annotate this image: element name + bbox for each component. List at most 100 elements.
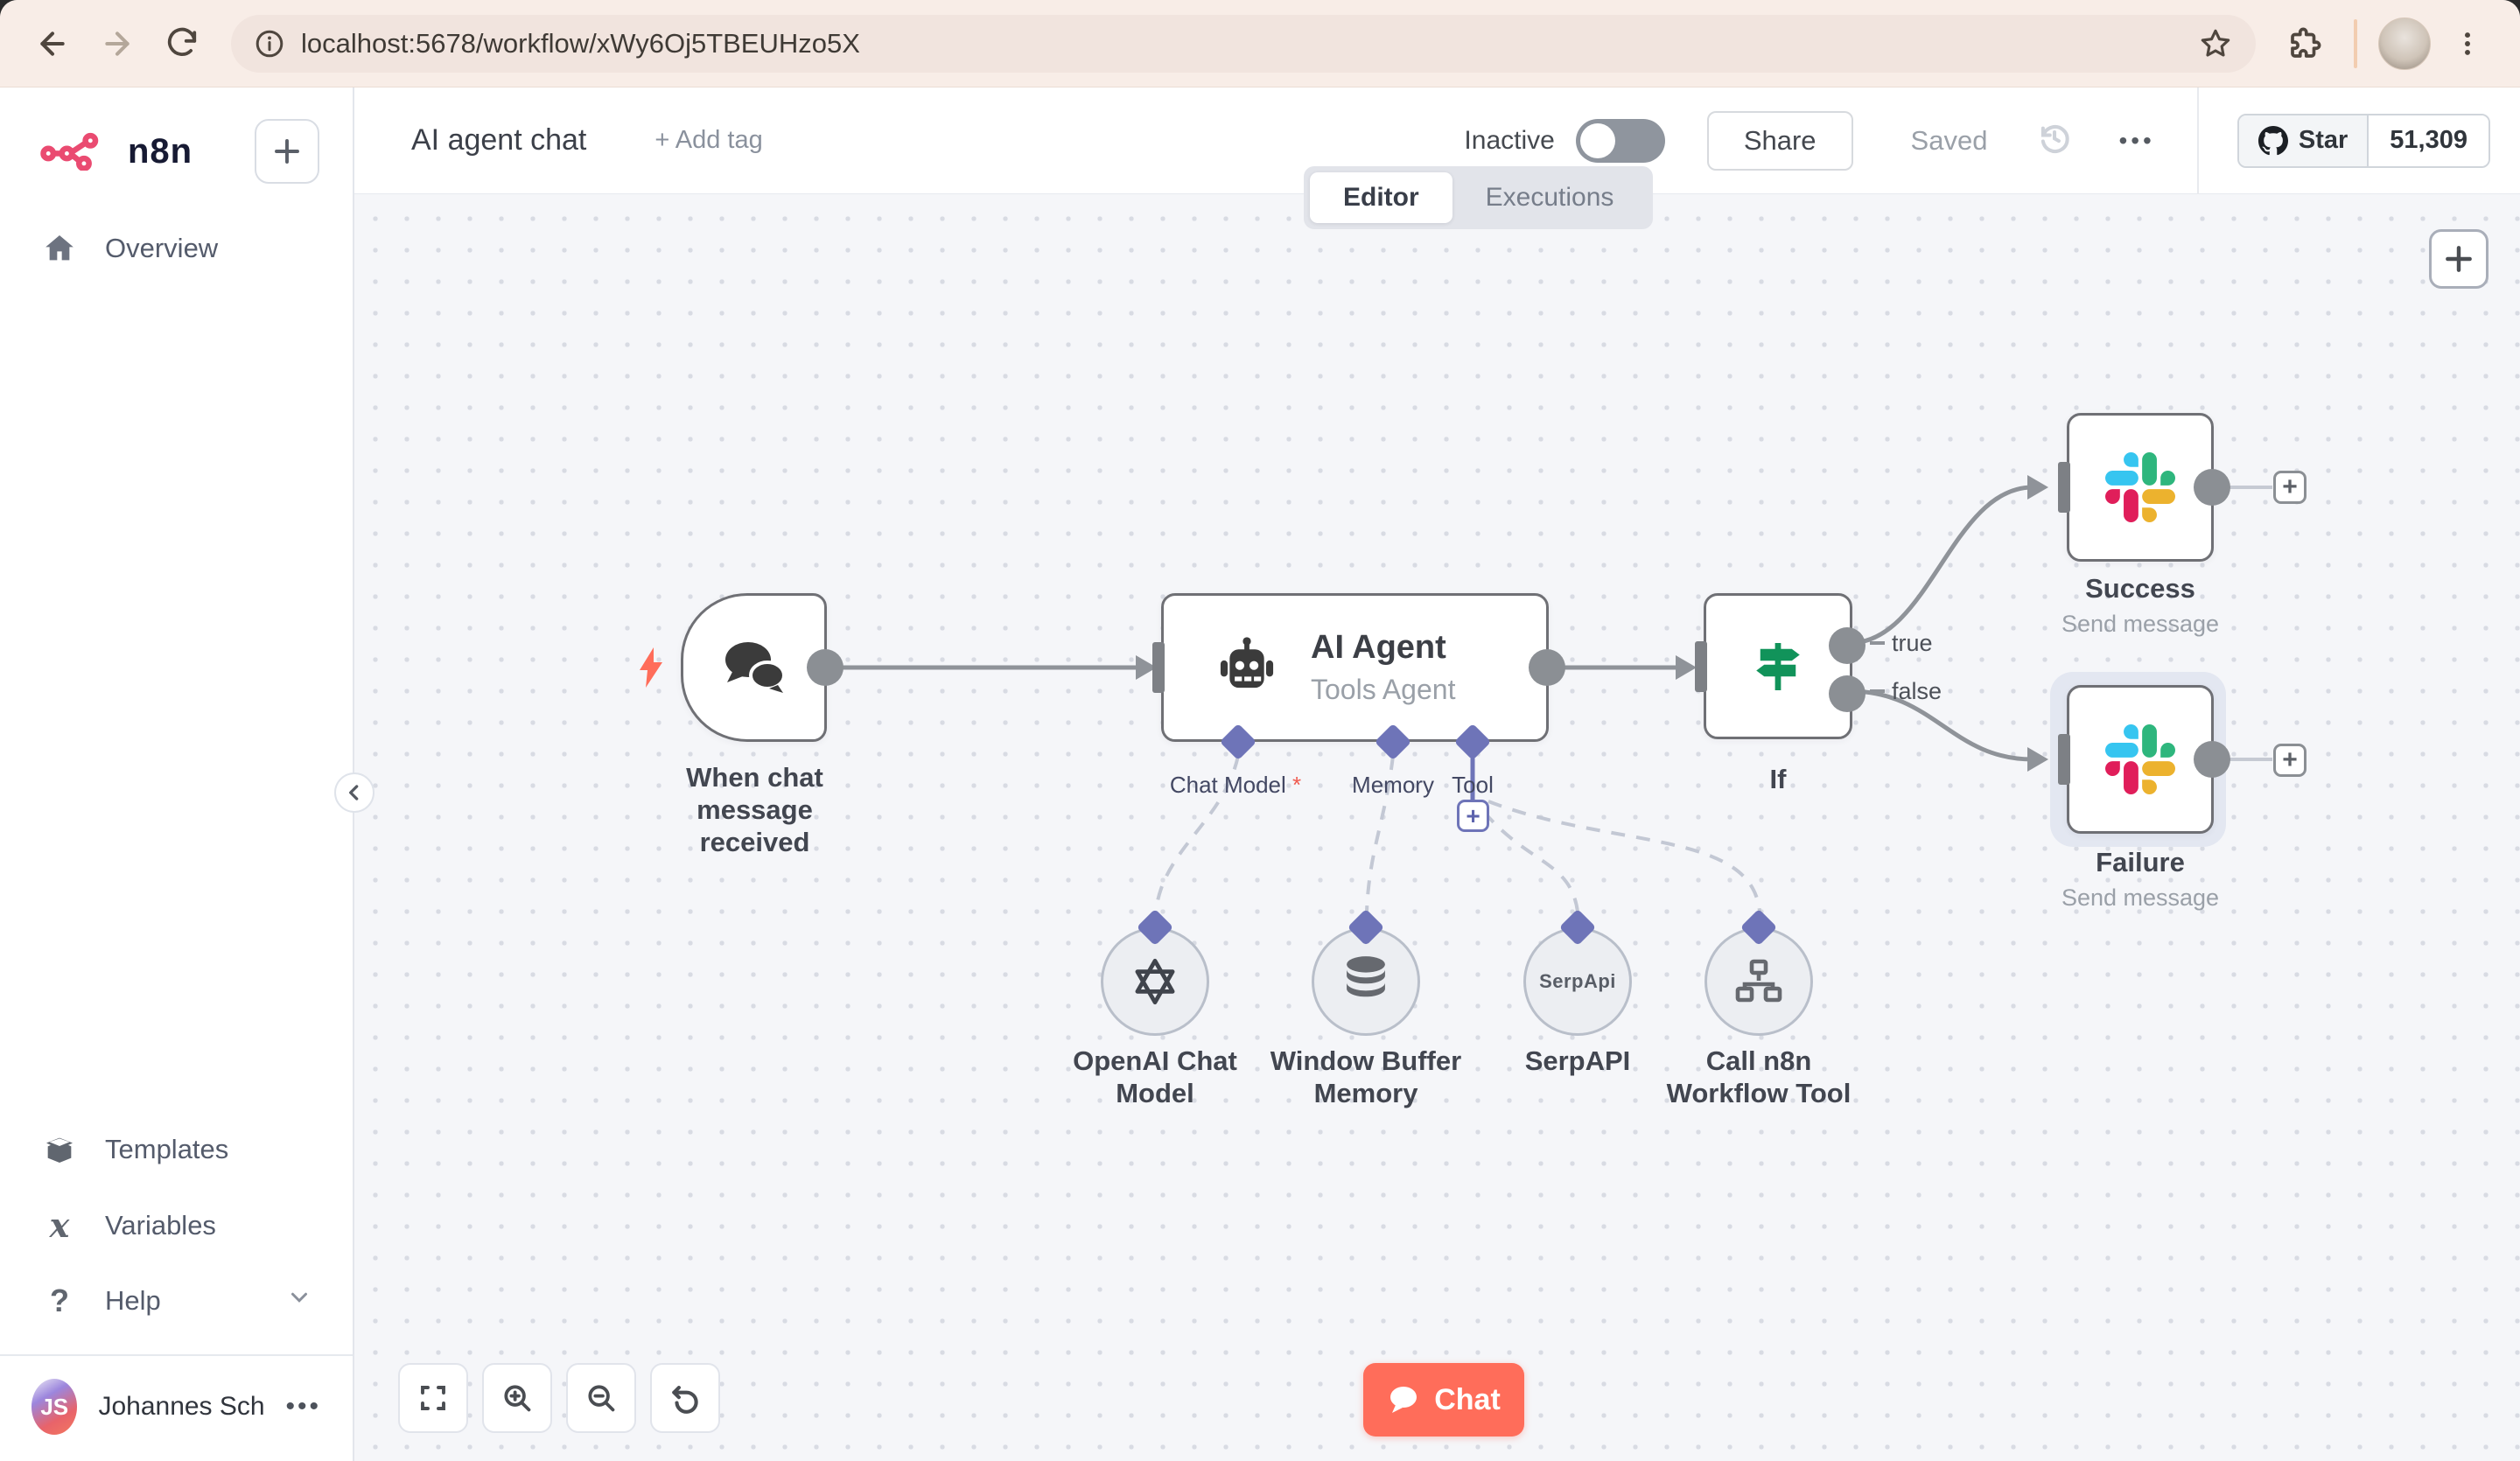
github-star-count[interactable]: 51,309 (2369, 115, 2488, 166)
browser-toolbar: localhost:5678/workflow/xWy6Oj5TBEUHzo5X (0, 0, 2520, 87)
sidebar-item-label: Help (105, 1285, 161, 1316)
site-info-icon[interactable] (254, 28, 285, 59)
active-toggle[interactable] (1575, 118, 1665, 163)
browser-menu-icon[interactable] (2440, 16, 2496, 72)
variables-x-icon: x (49, 1206, 70, 1245)
history-icon (2036, 120, 2073, 161)
input-connector (2058, 462, 2070, 513)
chat-trigger-icon (724, 642, 786, 693)
connector-label-memory: Memory (1352, 772, 1434, 798)
toolbar-divider (2354, 18, 2357, 68)
tab-executions[interactable]: Executions (1452, 172, 1648, 223)
sidebar-collapse-button[interactable] (334, 772, 374, 813)
input-connector (1695, 640, 1707, 692)
node-failure[interactable] (2058, 685, 2230, 834)
github-icon (2258, 125, 2288, 155)
tab-editor[interactable]: Editor (1310, 172, 1452, 223)
node-label-buffer-memory: Window Buffer Memory (1270, 1045, 1462, 1109)
connector-label-chat-model: Chat Model * (1169, 772, 1302, 798)
add-node-after-failure[interactable]: + (2273, 744, 2306, 777)
sidebar-item-help[interactable]: ? Help (0, 1263, 353, 1339)
database-icon (1347, 956, 1385, 997)
sidebar-item-variables[interactable]: x Variables (0, 1188, 353, 1263)
node-label-trigger: When chat message received (686, 762, 823, 858)
input-connector (1152, 642, 1165, 693)
slack-icon (2105, 724, 2175, 794)
extensions-icon[interactable] (2277, 16, 2333, 72)
node-sublabel: Send message (2061, 611, 2220, 638)
node-success[interactable] (2058, 413, 2230, 562)
chat-button-label: Chat (1434, 1382, 1501, 1416)
workflow-title[interactable]: AI agent chat (411, 123, 586, 157)
sidebar: n8n Overview Templates x Variables ? Hel… (0, 87, 354, 1461)
user-menu[interactable]: JS Johannes Schn... ••• (0, 1354, 353, 1461)
n8n-app: n8n Overview Templates x Variables ? Hel… (0, 87, 2520, 1461)
browser-window: localhost:5678/workflow/xWy6Oj5TBEUHzo5X (0, 0, 2520, 1461)
url-text: localhost:5678/workflow/xWy6Oj5TBEUHzo5X (301, 27, 860, 59)
zoom-out-button[interactable] (566, 1363, 636, 1433)
output-connector[interactable] (2194, 741, 2230, 778)
node-label-call-workflow: Call n8n Workflow Tool (1666, 1045, 1852, 1109)
output-false[interactable] (1829, 675, 1866, 712)
header-divider (2196, 87, 2199, 194)
sidebar-item-label: Templates (105, 1134, 229, 1164)
chevron-down-icon (286, 1284, 312, 1318)
add-tag-button[interactable]: + Add tag (654, 126, 762, 155)
address-bar[interactable]: localhost:5678/workflow/xWy6Oj5TBEUHzo5X (231, 14, 2256, 73)
node-label-openai: OpenAI Chat Model (1073, 1045, 1237, 1109)
node-if[interactable] (1695, 593, 1866, 739)
output-label-true: true (1892, 630, 1933, 656)
serpapi-logo: SerpApi (1539, 970, 1616, 992)
view-tabs: Editor Executions (1304, 166, 1654, 229)
add-node-button[interactable] (2429, 229, 2488, 289)
bookmark-star-icon[interactable] (2198, 26, 2233, 61)
github-star-label: Star (2298, 126, 2348, 154)
node-when-chat-message-received[interactable] (681, 593, 844, 742)
if-signpost-icon (1756, 642, 1800, 690)
sidebar-item-overview[interactable]: Overview (0, 210, 353, 287)
user-name: Johannes Schn... (98, 1392, 265, 1421)
new-workflow-button[interactable] (255, 119, 319, 184)
sitemap-icon (1735, 959, 1782, 1003)
forward-button[interactable] (89, 16, 145, 72)
fit-view-button[interactable] (398, 1363, 468, 1433)
output-true[interactable] (1829, 627, 1866, 664)
add-node-after-success[interactable]: + (2273, 471, 2306, 504)
workflow-canvas[interactable]: When chat message received AI Agent Tool… (354, 194, 2520, 1461)
reload-button[interactable] (154, 16, 210, 72)
sidebar-item-label: Overview (105, 233, 219, 263)
home-icon (40, 231, 79, 266)
templates-box-icon (40, 1132, 79, 1167)
node-sublabel: Send message (2061, 884, 2220, 912)
github-star-button[interactable]: Star (2238, 115, 2370, 166)
chat-button[interactable]: Chat (1363, 1363, 1524, 1437)
trigger-bolt-icon (640, 647, 662, 688)
sidebar-item-templates[interactable]: Templates (0, 1111, 353, 1188)
connector-label-tool: Tool (1452, 772, 1494, 798)
help-question-icon: ? (50, 1283, 69, 1318)
github-star-widget[interactable]: Star 51,309 (2236, 113, 2490, 168)
main-panel: AI agent chat + Add tag Inactive Share S… (334, 87, 2520, 1461)
input-connector (2058, 734, 2070, 785)
openai-icon (1135, 958, 1175, 1005)
back-button[interactable] (24, 16, 80, 72)
output-connector[interactable] (2194, 469, 2230, 506)
zoom-in-button[interactable] (482, 1363, 552, 1433)
output-connector[interactable] (1529, 649, 1565, 686)
node-label-if: If (1769, 764, 1787, 794)
share-button[interactable]: Share (1706, 110, 1853, 171)
saved-status: Saved (1910, 124, 1988, 156)
browser-profile-avatar[interactable] (2378, 17, 2431, 70)
agent-title: AI Agent (1311, 629, 1446, 666)
output-connector[interactable] (807, 649, 844, 686)
node-label-failure: Failure Send message (2044, 846, 2236, 912)
node-ai-agent[interactable]: AI Agent Tools Agent (1152, 593, 1565, 742)
n8n-logo[interactable]: n8n (40, 132, 192, 171)
user-options-icon[interactable]: ••• (285, 1392, 321, 1422)
reset-zoom-button[interactable] (650, 1363, 720, 1433)
sidebar-item-label: Variables (105, 1210, 216, 1241)
canvas-controls (398, 1363, 720, 1433)
add-tool-button[interactable]: + (1457, 800, 1489, 832)
workflow-menu-icon[interactable]: ••• (2118, 127, 2154, 155)
output-label-false: false (1892, 678, 1942, 704)
